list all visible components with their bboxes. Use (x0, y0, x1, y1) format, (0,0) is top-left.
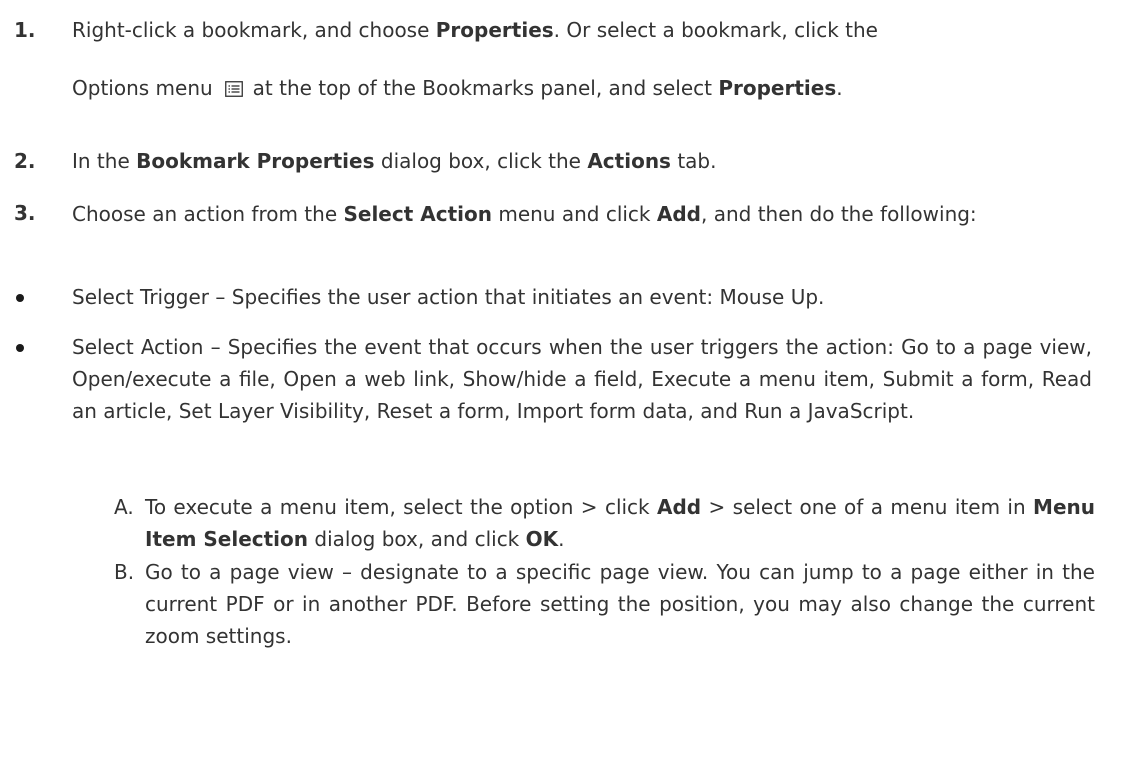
step-text: Right-click a bookmark, and choose Prope… (72, 1, 1092, 119)
step-number: 2. (14, 149, 36, 173)
substep-text: Go to a page view – designate to a speci… (145, 560, 1095, 648)
properties-label: Properties (435, 18, 554, 42)
bullet-dot (16, 344, 24, 352)
bullet-dot (16, 294, 24, 302)
step-text: In the Bookmark Properties dialog box, c… (72, 149, 717, 173)
step-text: Choose an action from the Select Action … (72, 202, 977, 226)
substep-text: To execute a menu item, select the optio… (145, 495, 1095, 551)
bullet-text: Select Trigger – Specifies the user acti… (72, 285, 825, 309)
substep-letter: B. (114, 560, 135, 584)
step-number: 3. (14, 201, 36, 225)
properties-label: Properties (718, 76, 837, 100)
bullet-text: Select Action – Specifies the event that… (72, 335, 1092, 423)
step-number: 1. (14, 18, 36, 42)
help-document: 1. Right-click a bookmark, and choose Pr… (0, 0, 1126, 782)
options-menu-icon (224, 61, 243, 119)
substep-letter: A. (114, 495, 134, 519)
